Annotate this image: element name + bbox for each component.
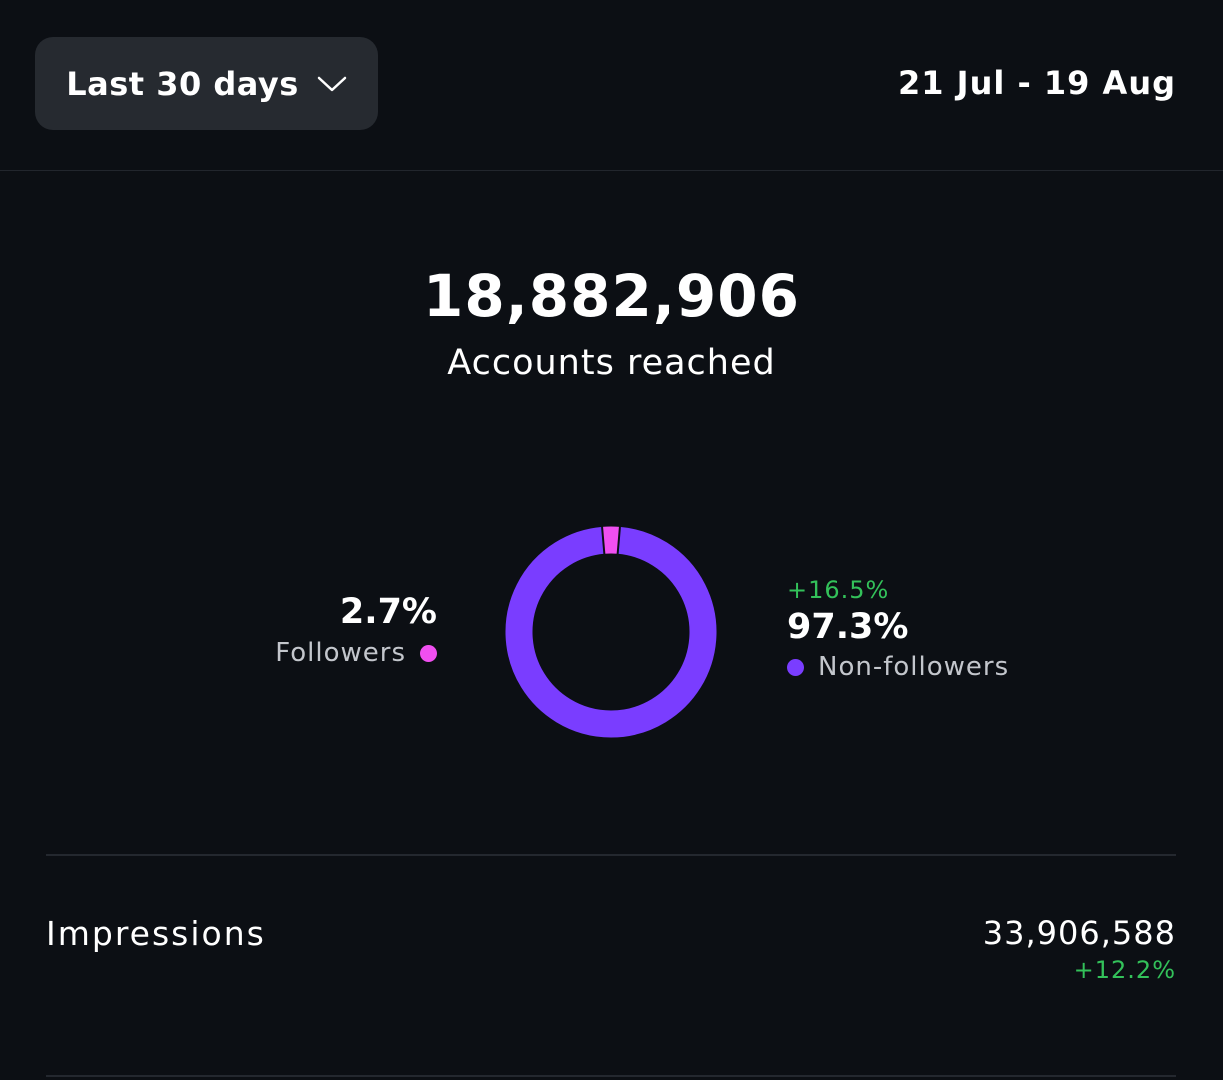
nonfollowers-change: +16.5% [787,576,890,604]
nonfollowers-label: Non-followers [818,652,1010,682]
date-range-dropdown[interactable]: Last 30 days [35,37,378,130]
followers-label: Followers [275,638,406,669]
accounts-reached-label: Accounts reached [447,343,776,383]
impressions-row[interactable]: Impressions 33,906,588 +12.2% [46,910,1176,990]
divider [46,854,1176,856]
donut-slice-non-followers [505,526,717,738]
nonfollowers-legend: +16.5% 97.3% Non-followers [787,576,1009,682]
followers-legend: 2.7% Followers [275,592,437,668]
header: Last 30 days 21 Jul - 19 Aug [0,0,1223,171]
nonfollowers-percentage: 97.3% [787,607,909,647]
date-range-dropdown-label: Last 30 days [66,64,299,103]
impressions-value: 33,906,588 [982,914,1176,952]
impressions-label: Impressions [46,914,266,953]
reach-insights-page: Last 30 days 21 Jul - 19 Aug 18,882,906 … [0,0,1223,1080]
followers-percentage: 2.7% [339,592,437,632]
donut-svg [505,525,717,738]
divider [46,1075,1176,1077]
impressions-change: +12.2% [1073,956,1176,984]
date-range-text: 21 Jul - 19 Aug [897,64,1176,102]
audience-donut-chart [505,525,717,738]
chevron-down-icon [317,75,347,93]
nonfollowers-dot-icon [787,658,804,676]
followers-dot-icon [420,644,437,662]
accounts-reached-value: 18,882,906 [423,262,800,330]
